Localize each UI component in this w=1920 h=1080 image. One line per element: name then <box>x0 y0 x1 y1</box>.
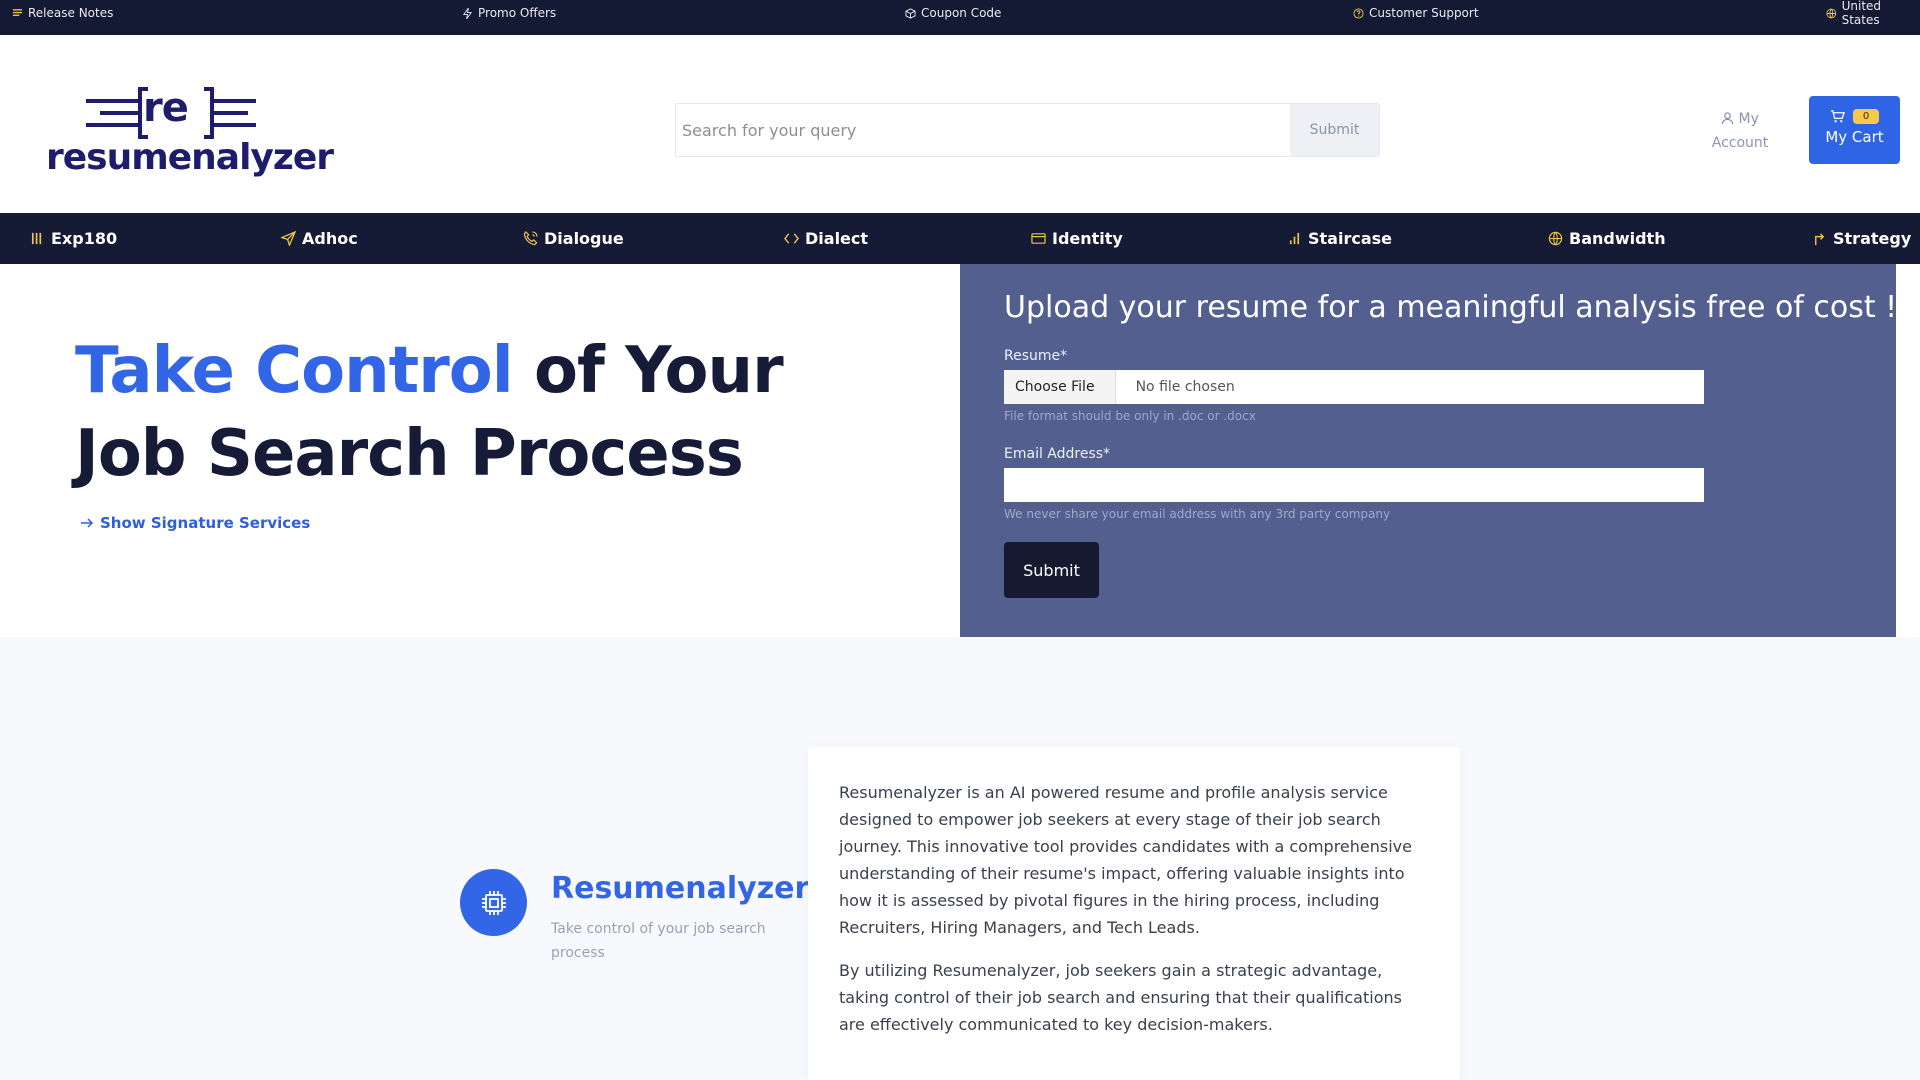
send-icon <box>281 231 296 246</box>
search-input[interactable] <box>676 104 1290 156</box>
resume-file-input[interactable]: Choose File No file chosen <box>1004 370 1704 404</box>
about-section: Resumenalyzer Take control of your job s… <box>0 637 1920 1080</box>
bar-chart-icon <box>1289 232 1300 245</box>
country-label: United States <box>1841 0 1882 27</box>
about-description-card: Resumenalyzer is an AI powered resume an… <box>808 747 1460 1080</box>
nav-item-dialogue[interactable]: Dialogue <box>523 213 624 264</box>
resume-format-hint: File format should be only in .doc or .d… <box>1004 409 1256 423</box>
user-icon <box>1721 112 1734 125</box>
account-label-line2: Account <box>1711 135 1769 151</box>
about-paragraph: Resumenalyzer is an AI powered resume an… <box>839 783 1412 937</box>
help-icon <box>1353 7 1364 19</box>
nav-label: Adhoc <box>302 229 358 248</box>
country-selector[interactable]: United States <box>1826 0 1920 27</box>
my-account-link[interactable]: My Account <box>1700 107 1780 155</box>
customer-support-label: Customer Support <box>1369 6 1479 20</box>
main-nav: Exp180 Adhoc Dialogue Dialect Identity S… <box>0 213 1920 264</box>
nav-label: Identity <box>1052 229 1123 248</box>
phone-call-icon <box>523 231 538 246</box>
nav-item-dialect[interactable]: Dialect <box>784 213 868 264</box>
release-notes-link[interactable]: Release Notes <box>12 0 113 26</box>
coupon-code-label: Coupon Code <box>921 6 1002 20</box>
logo-wordmark: resumenalyzer <box>46 137 334 178</box>
coupon-code-link[interactable]: Coupon Code <box>905 0 1001 26</box>
nav-item-strategy[interactable]: Strategy <box>1812 213 1911 264</box>
nav-label: Strategy <box>1833 229 1912 248</box>
hero-title: Take Control of Your Job Search Process <box>75 330 875 496</box>
top-utility-bar: Release Notes Promo Offers Coupon Code C… <box>0 0 1920 35</box>
nav-item-bandwidth[interactable]: Bandwidth <box>1548 213 1666 264</box>
box-icon <box>905 7 916 19</box>
hero-title-accent: Take Control <box>75 334 514 408</box>
upload-heading: Upload your resume for a meaningful anal… <box>1004 290 1920 325</box>
nav-label: Bandwidth <box>1569 229 1666 248</box>
my-cart-button[interactable]: 0 My Cart <box>1809 96 1900 164</box>
cart-label: My Cart <box>1825 128 1884 146</box>
feature-title: Resumenalyzer <box>551 871 810 906</box>
logo-mark-text: re <box>143 85 189 131</box>
corner-up-icon <box>1815 233 1825 246</box>
nav-item-adhoc[interactable]: Adhoc <box>281 213 358 264</box>
arrow-right-icon <box>81 518 94 528</box>
feature-subtitle: Take control of your job search process <box>551 921 766 961</box>
show-signature-services-link[interactable]: Show Signature Services <box>80 514 310 532</box>
nav-item-staircase[interactable]: Staircase <box>1287 213 1392 264</box>
nav-item-identity[interactable]: Identity <box>1031 213 1123 264</box>
resume-field-label: Resume* <box>1004 348 1068 364</box>
search-bar: Submit <box>675 103 1380 157</box>
email-privacy-hint: We never share your email address with a… <box>1004 507 1391 521</box>
choose-file-button[interactable]: Choose File <box>1004 370 1116 404</box>
notes-icon <box>12 8 23 16</box>
file-status-text: No file chosen <box>1135 379 1235 395</box>
cart-icon <box>1830 110 1845 123</box>
site-header: re resumenalyzer Submit My Account 0 My … <box>0 35 1920 213</box>
email-field-label: Email Address* <box>1004 446 1111 462</box>
email-field[interactable] <box>1004 468 1704 502</box>
id-card-icon <box>1031 233 1046 244</box>
hero-section: Take Control of Your Job Search Process … <box>0 264 1920 637</box>
upload-submit-button[interactable]: Submit <box>1004 542 1099 598</box>
nav-label: Dialogue <box>544 229 624 248</box>
bolt-icon <box>462 7 473 19</box>
resume-upload-form: Upload your resume for a meaningful anal… <box>960 264 1920 637</box>
globe-icon <box>1548 231 1563 246</box>
cart-count-badge: 0 <box>1852 109 1880 124</box>
nav-label: Exp180 <box>51 229 118 248</box>
code-icon <box>784 233 799 244</box>
promo-offers-label: Promo Offers <box>478 6 557 20</box>
about-paragraph: By utilizing Resumenalyzer, job seekers … <box>839 961 1402 1034</box>
account-label-line1: My <box>1738 111 1759 127</box>
promo-offers-link[interactable]: Promo Offers <box>462 0 556 26</box>
feature-icon-circle <box>460 869 527 936</box>
feature-block: Resumenalyzer Take control of your job s… <box>460 869 809 969</box>
search-submit-button[interactable]: Submit <box>1290 104 1379 156</box>
show-signature-services-label: Show Signature Services <box>100 514 311 532</box>
cpu-chip-icon <box>481 890 506 915</box>
site-logo[interactable]: re resumenalyzer <box>46 85 334 182</box>
nav-label: Staircase <box>1308 229 1392 248</box>
globe-icon <box>1826 8 1837 18</box>
nav-item-exp180[interactable]: Exp180 <box>30 213 117 264</box>
customer-support-link[interactable]: Customer Support <box>1353 0 1479 26</box>
nav-label: Dialect <box>805 229 869 248</box>
release-notes-label: Release Notes <box>28 6 114 20</box>
columns-icon <box>31 232 42 245</box>
